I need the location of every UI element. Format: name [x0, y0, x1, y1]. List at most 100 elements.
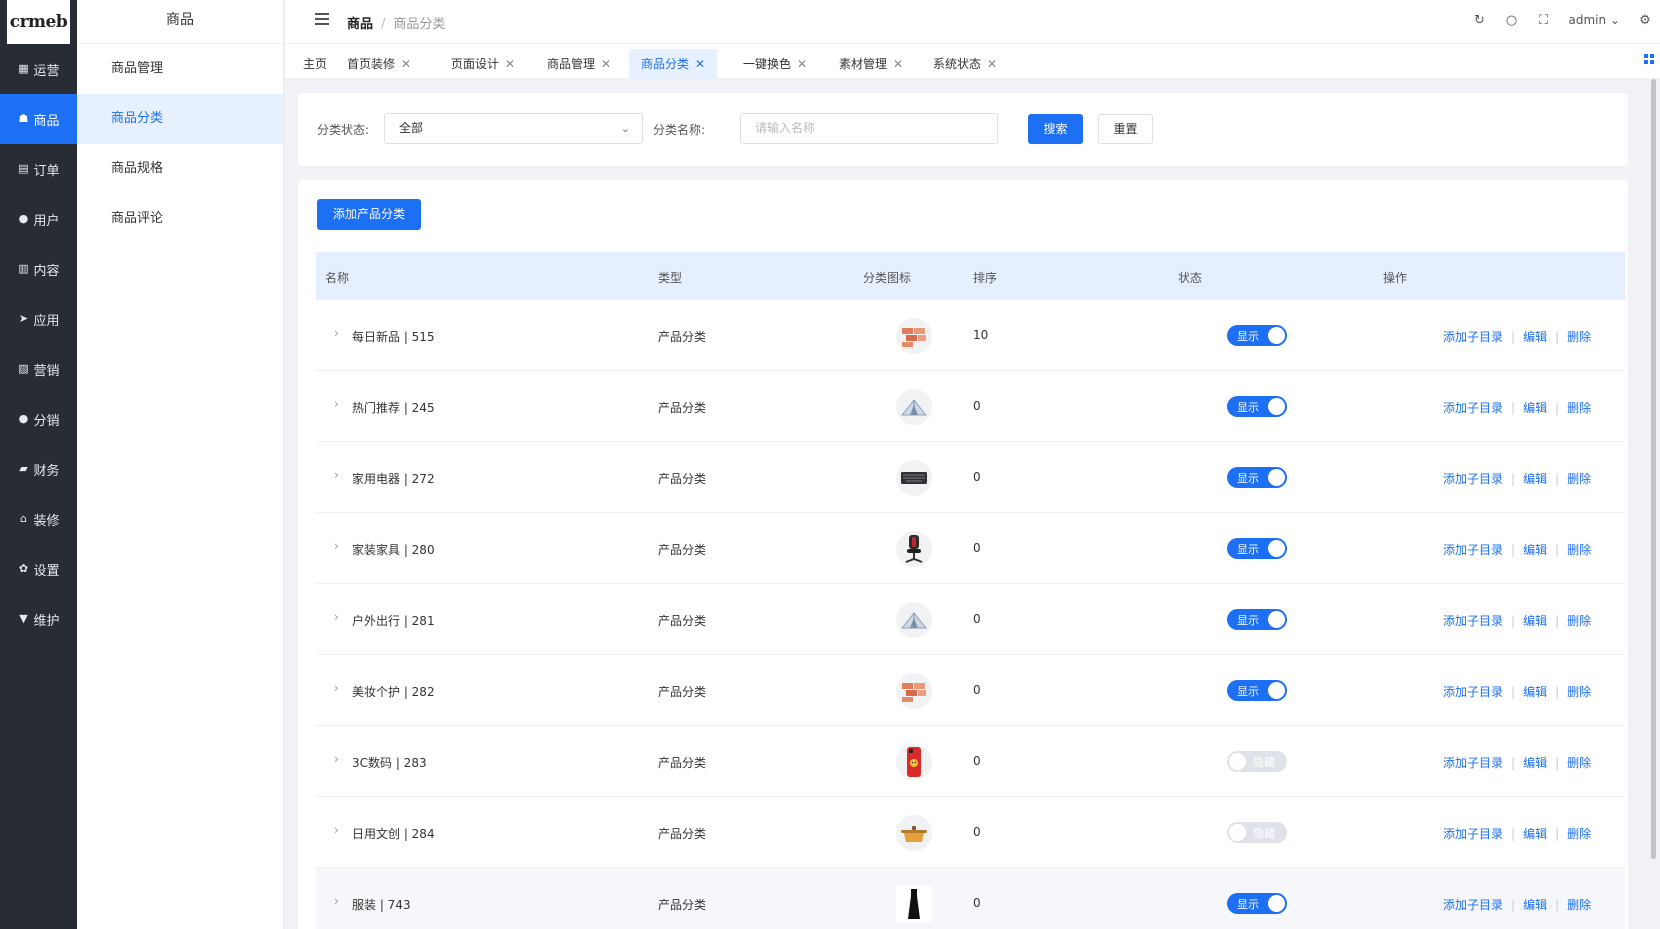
- category-image[interactable]: [896, 531, 932, 567]
- delete-link[interactable]: 删除: [1567, 614, 1591, 628]
- status-toggle[interactable]: 显示: [1227, 325, 1287, 346]
- edit-link[interactable]: 编辑: [1523, 898, 1547, 912]
- sidebar-item-11[interactable]: ▼ 维护: [0, 594, 77, 644]
- expand-chevron-icon[interactable]: ›: [334, 894, 339, 908]
- expand-chevron-icon[interactable]: ›: [334, 539, 339, 553]
- sidebar-item-1[interactable]: ☗ 商品: [0, 94, 77, 144]
- edit-link[interactable]: 编辑: [1523, 614, 1547, 628]
- tab-4[interactable]: 商品分类 ✕: [629, 49, 718, 79]
- status-toggle[interactable]: 显示: [1227, 680, 1287, 701]
- delete-link[interactable]: 删除: [1567, 827, 1591, 841]
- close-icon[interactable]: ✕: [893, 57, 903, 71]
- sidebar-item-7[interactable]: ● 分销: [0, 394, 77, 444]
- tab-6[interactable]: 素材管理 ✕: [827, 49, 915, 79]
- tab-3[interactable]: 商品管理 ✕: [535, 49, 623, 79]
- expand-chevron-icon[interactable]: ›: [334, 326, 339, 340]
- sidebar-item-3[interactable]: ● 用户: [0, 194, 77, 244]
- status-toggle[interactable]: 显示: [1227, 609, 1287, 630]
- add-subcategory-link[interactable]: 添加子目录: [1443, 827, 1503, 841]
- tab-5[interactable]: 一键换色 ✕: [731, 49, 819, 79]
- close-icon[interactable]: ✕: [505, 57, 515, 71]
- tab-7[interactable]: 系统状态 ✕: [921, 49, 1009, 79]
- edit-link[interactable]: 编辑: [1523, 401, 1547, 415]
- submenu-item-product-review[interactable]: 商品评论: [77, 194, 283, 244]
- add-subcategory-link[interactable]: 添加子目录: [1443, 543, 1503, 557]
- category-image[interactable]: [896, 815, 932, 851]
- category-image[interactable]: [896, 744, 932, 780]
- status-toggle[interactable]: 显示: [1227, 467, 1287, 488]
- search-button[interactable]: 搜索: [1028, 114, 1083, 144]
- expand-chevron-icon[interactable]: ›: [334, 823, 339, 837]
- sidebar-item-2[interactable]: ▤ 订单: [0, 144, 77, 194]
- menu-toggle-icon[interactable]: [315, 13, 329, 26]
- submenu-item-product-category[interactable]: 商品分类: [77, 94, 283, 144]
- close-icon[interactable]: ✕: [401, 57, 411, 71]
- edit-link[interactable]: 编辑: [1523, 756, 1547, 770]
- delete-link[interactable]: 删除: [1567, 401, 1591, 415]
- crmeb-logo[interactable]: crmeb: [7, 0, 70, 44]
- close-icon[interactable]: ✕: [695, 57, 705, 71]
- tabs-menu-icon[interactable]: [1644, 54, 1654, 64]
- settings-gear-icon[interactable]: ⚙: [1638, 13, 1652, 28]
- add-subcategory-link[interactable]: 添加子目录: [1443, 614, 1503, 628]
- delete-link[interactable]: 删除: [1567, 898, 1591, 912]
- sidebar-item-4[interactable]: ▥ 内容: [0, 244, 77, 294]
- delete-link[interactable]: 删除: [1567, 330, 1591, 344]
- category-image[interactable]: [896, 886, 932, 922]
- close-icon[interactable]: ✕: [601, 57, 611, 71]
- tab-2[interactable]: 页面设计 ✕: [439, 49, 527, 79]
- status-toggle[interactable]: 显示: [1227, 396, 1287, 417]
- status-toggle[interactable]: 隐藏: [1227, 751, 1287, 772]
- delete-link[interactable]: 删除: [1567, 685, 1591, 699]
- category-image[interactable]: [896, 460, 932, 496]
- tab-1[interactable]: 首页装修 ✕: [335, 49, 423, 79]
- status-toggle[interactable]: 显示: [1227, 893, 1287, 914]
- sidebar-item-8[interactable]: ▰ 财务: [0, 444, 77, 494]
- tab-0[interactable]: 主页: [291, 49, 339, 79]
- fullscreen-icon[interactable]: ⛶: [1537, 13, 1551, 28]
- category-image[interactable]: [896, 389, 932, 425]
- add-subcategory-link[interactable]: 添加子目录: [1443, 898, 1503, 912]
- breadcrumb-product[interactable]: 商品: [347, 17, 373, 32]
- edit-link[interactable]: 编辑: [1523, 330, 1547, 344]
- edit-link[interactable]: 编辑: [1523, 827, 1547, 841]
- expand-chevron-icon[interactable]: ›: [334, 752, 339, 766]
- close-icon[interactable]: ✕: [797, 57, 807, 71]
- refresh-icon[interactable]: ↻: [1473, 13, 1487, 28]
- add-subcategory-link[interactable]: 添加子目录: [1443, 330, 1503, 344]
- add-category-button[interactable]: 添加产品分类: [317, 199, 421, 230]
- sidebar-item-6[interactable]: ▨ 营销: [0, 344, 77, 394]
- status-select[interactable]: 全部 ⌄: [384, 113, 643, 144]
- expand-chevron-icon[interactable]: ›: [334, 681, 339, 695]
- expand-chevron-icon[interactable]: ›: [334, 468, 339, 482]
- status-toggle[interactable]: 隐藏: [1227, 822, 1287, 843]
- name-search-input[interactable]: 请输入名称: [740, 113, 998, 144]
- expand-chevron-icon[interactable]: ›: [334, 610, 339, 624]
- add-subcategory-link[interactable]: 添加子目录: [1443, 401, 1503, 415]
- edit-link[interactable]: 编辑: [1523, 543, 1547, 557]
- search-icon[interactable]: ○: [1505, 13, 1519, 28]
- add-subcategory-link[interactable]: 添加子目录: [1443, 472, 1503, 486]
- delete-link[interactable]: 删除: [1567, 756, 1591, 770]
- delete-link[interactable]: 删除: [1567, 472, 1591, 486]
- category-image[interactable]: [896, 602, 932, 638]
- edit-link[interactable]: 编辑: [1523, 685, 1547, 699]
- status-toggle[interactable]: 显示: [1227, 538, 1287, 559]
- add-subcategory-link[interactable]: 添加子目录: [1443, 756, 1503, 770]
- delete-link[interactable]: 删除: [1567, 543, 1591, 557]
- expand-chevron-icon[interactable]: ›: [334, 397, 339, 411]
- sidebar-item-0[interactable]: ▦ 运营: [0, 44, 77, 94]
- close-icon[interactable]: ✕: [987, 57, 997, 71]
- user-menu[interactable]: admin ⌄: [1569, 13, 1621, 27]
- page-scrollbar[interactable]: [1651, 79, 1656, 859]
- reset-button[interactable]: 重置: [1098, 114, 1153, 144]
- add-subcategory-link[interactable]: 添加子目录: [1443, 685, 1503, 699]
- submenu-item-product-spec[interactable]: 商品规格: [77, 144, 283, 194]
- sidebar-item-10[interactable]: ✿ 设置: [0, 544, 77, 594]
- category-image[interactable]: [896, 318, 932, 354]
- edit-link[interactable]: 编辑: [1523, 472, 1547, 486]
- submenu-item-product-manage[interactable]: 商品管理: [77, 44, 283, 94]
- sidebar-item-5[interactable]: ➤ 应用: [0, 294, 77, 344]
- category-image[interactable]: [896, 673, 932, 709]
- sidebar-item-9[interactable]: ⌂ 装修: [0, 494, 77, 544]
